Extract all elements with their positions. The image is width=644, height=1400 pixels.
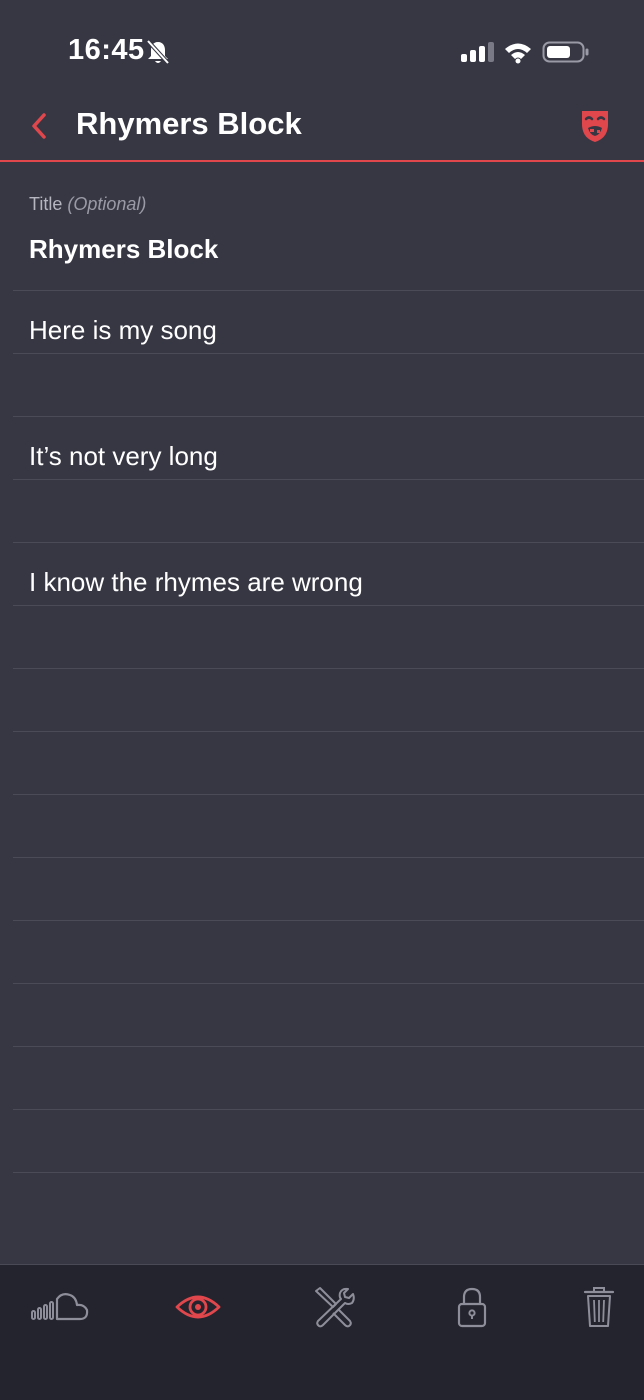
lyric-line[interactable]: Here is my song: [13, 290, 644, 353]
navigation-bar: Rhymers Block: [0, 100, 644, 162]
status-time: 16:45: [68, 34, 145, 66]
wifi-icon: [503, 40, 533, 64]
lyric-line[interactable]: [13, 1172, 644, 1235]
cellular-signal-icon: [460, 40, 494, 64]
lyric-line[interactable]: [13, 794, 644, 857]
lyric-line[interactable]: [13, 857, 644, 920]
title-input[interactable]: Rhymers Block: [29, 234, 218, 265]
tools-button[interactable]: [312, 1285, 356, 1329]
lyric-line[interactable]: I know the rhymes are wrong: [13, 542, 644, 605]
lyric-line[interactable]: [13, 1046, 644, 1109]
song-editor-screen: 16:45 Rhymers Block Title (Optional) Rhy…: [0, 0, 644, 1400]
lyric-line[interactable]: It’s not very long: [13, 416, 644, 479]
title-optional-hint: (Optional): [67, 194, 147, 214]
eye-icon: [175, 1295, 221, 1319]
status-bar: 16:45: [0, 0, 644, 100]
lyric-line[interactable]: [13, 920, 644, 983]
lyric-line[interactable]: [13, 479, 644, 542]
lock-icon: [457, 1287, 487, 1328]
title-label-text: Title: [29, 194, 63, 214]
soundcloud-icon: [31, 1293, 89, 1321]
preview-button[interactable]: [174, 1285, 222, 1329]
lyric-line[interactable]: [13, 731, 644, 794]
page-title: Rhymers Block: [76, 106, 302, 141]
battery-icon: [542, 38, 590, 66]
lyric-line[interactable]: [13, 353, 644, 416]
lock-button[interactable]: [455, 1285, 489, 1329]
lyric-line[interactable]: [13, 983, 644, 1046]
bottom-toolbar: [0, 1264, 644, 1400]
lyric-line-text: Here is my song: [29, 315, 217, 345]
title-field-label: Title (Optional): [29, 194, 146, 215]
back-chevron-icon[interactable]: [26, 110, 54, 142]
lyric-line[interactable]: [13, 668, 644, 731]
soundcloud-button[interactable]: [30, 1285, 92, 1329]
trash-icon: [583, 1287, 615, 1327]
lyrics-editor[interactable]: Here is my song It’s not very long I know …: [0, 290, 644, 1235]
lyric-line[interactable]: [13, 605, 644, 668]
lyric-line-text: It’s not very long: [29, 441, 218, 471]
lyric-line[interactable]: [13, 1109, 644, 1172]
lyric-line-text: I know the rhymes are wrong: [29, 567, 363, 597]
delete-button[interactable]: [582, 1285, 616, 1329]
theatre-mask-icon[interactable]: [578, 108, 612, 144]
bell-muted-icon: [145, 38, 171, 66]
tools-icon: [315, 1287, 355, 1328]
